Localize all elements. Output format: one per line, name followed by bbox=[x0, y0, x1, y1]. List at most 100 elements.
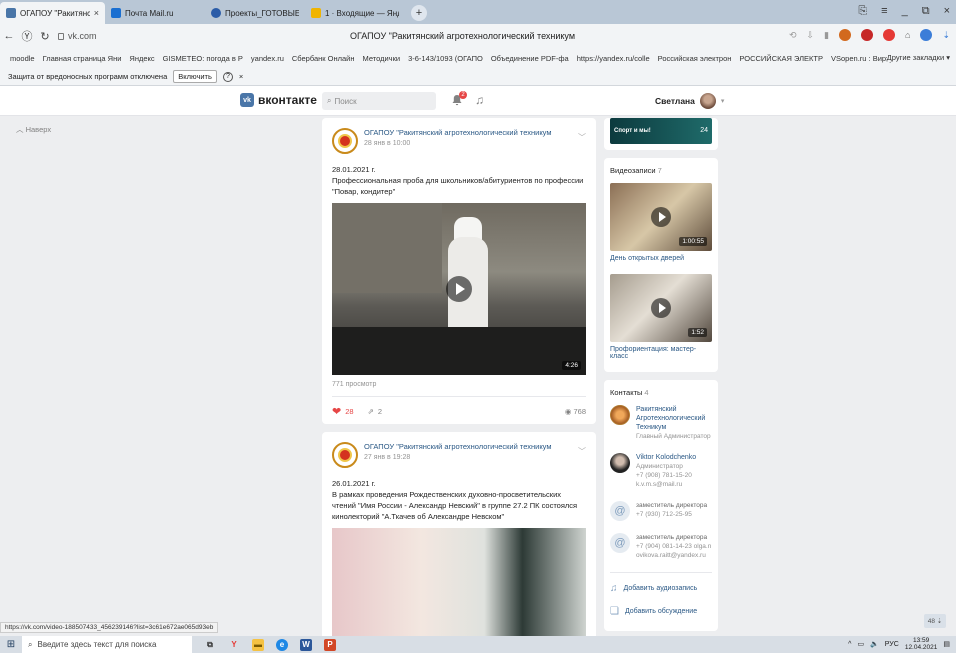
windows-start-icon[interactable]: ⊞ bbox=[0, 639, 22, 650]
add-audio-link[interactable]: ♫ Добавить аудиозапись bbox=[610, 577, 712, 600]
bookmark-item[interactable]: GISMETEO: погода в Р bbox=[163, 54, 243, 63]
bookmark-item[interactable]: Методички bbox=[363, 54, 401, 63]
play-icon[interactable] bbox=[651, 207, 671, 227]
albums-card: Спорт и мы! 24 bbox=[604, 118, 718, 150]
tab-projects[interactable]: Проекты_ГОТОВЫЕ.rar — bbox=[205, 2, 305, 24]
powerpoint-icon[interactable]: P bbox=[324, 638, 336, 651]
word-icon[interactable]: W bbox=[300, 638, 312, 651]
post-video[interactable]: 4:26 bbox=[332, 203, 586, 375]
windows-taskbar: ⊞ ⌕ Введите здесь текст для поиска ⧉ Y ▬… bbox=[0, 636, 956, 653]
community-avatar[interactable] bbox=[332, 442, 358, 468]
tab-vk[interactable]: ОГАПОУ "Ракитянский × bbox=[0, 2, 105, 24]
url-field[interactable]: vk.com bbox=[58, 31, 97, 41]
video-thumb[interactable]: 1:00:55 bbox=[610, 183, 712, 251]
restore-icon[interactable]: ⧉ bbox=[922, 5, 930, 18]
clock[interactable]: 13:59 12.04.2021 bbox=[905, 637, 938, 651]
bookmark-item[interactable]: Сбербанк Онлайн bbox=[292, 54, 355, 63]
volume-icon[interactable]: 🔈 bbox=[870, 640, 879, 648]
user-menu[interactable]: Светлана ▾ bbox=[655, 93, 724, 109]
videos-header[interactable]: Видеозаписи 7 bbox=[610, 166, 712, 175]
close-window-icon[interactable]: × bbox=[944, 5, 950, 18]
post-video[interactable] bbox=[332, 528, 586, 636]
contact-role: заместитель директора bbox=[636, 534, 708, 541]
bookmark-item[interactable]: moodle bbox=[10, 54, 35, 63]
download-arrow-icon[interactable]: ⇣ bbox=[942, 30, 950, 41]
task-view-icon[interactable]: ⧉ bbox=[204, 639, 216, 651]
bookmark-item[interactable]: https://yandex.ru/colle bbox=[577, 54, 650, 63]
bookmark-item[interactable]: Яндекс bbox=[129, 54, 154, 63]
tab-mail[interactable]: Почта Mail.ru bbox=[105, 2, 205, 24]
post-author[interactable]: ОГАПОУ "Ракитянский агротехнологический … bbox=[364, 128, 552, 137]
post-date[interactable]: 27 янв в 19:28 bbox=[364, 454, 552, 461]
tab-yandex-mail[interactable]: 1 · Входящие — Яндекс.П bbox=[305, 2, 405, 24]
contact-item: Ракитянский Агротехнологический Техникум… bbox=[610, 405, 712, 441]
edge-icon[interactable]: e bbox=[276, 638, 288, 651]
minimize-icon[interactable]: _ bbox=[902, 5, 908, 18]
music-icon[interactable]: ♫ bbox=[475, 93, 484, 107]
browser-tab-bar: ОГАПОУ "Ракитянский × Почта Mail.ru Прое… bbox=[0, 0, 956, 24]
notifications-center-icon[interactable]: ▤ bbox=[943, 640, 950, 648]
language-indicator[interactable]: РУС bbox=[885, 641, 899, 648]
status-url: https://vk.com/video-188507433_456239146… bbox=[0, 622, 219, 633]
share-button[interactable]: ⇗ 2 bbox=[368, 407, 382, 416]
adblock-icon[interactable] bbox=[861, 29, 874, 41]
video-caption[interactable]: День открытых дверей bbox=[610, 255, 712, 262]
add-discussion-link[interactable]: ❏ Добавить обсуждение bbox=[610, 600, 712, 623]
play-icon[interactable] bbox=[446, 276, 472, 302]
avatar[interactable] bbox=[610, 405, 630, 425]
community-avatar[interactable] bbox=[332, 128, 358, 154]
enable-protection-button[interactable]: Включить bbox=[173, 70, 217, 83]
download-icon[interactable]: ⇩ bbox=[807, 30, 815, 41]
chevron-down-icon[interactable]: ﹀ bbox=[578, 132, 586, 143]
scroll-badge[interactable]: 48 ⇣ bbox=[924, 614, 946, 628]
translate-icon[interactable]: ⟲ bbox=[789, 30, 797, 41]
scroll-to-top-link[interactable]: ︿ Наверх bbox=[16, 124, 51, 135]
post-text: Профессиональная проба для школьников/аб… bbox=[332, 176, 584, 196]
menu-icon[interactable]: ≡ bbox=[881, 5, 887, 18]
contact-name[interactable]: Ракитянский Агротехнологический Техникум bbox=[636, 405, 712, 432]
bookmark-item[interactable]: Главная страница Яни bbox=[43, 54, 122, 63]
taskbar-search-input[interactable]: ⌕ Введите здесь текст для поиска bbox=[22, 636, 192, 653]
bookmark-icon[interactable]: ▮ bbox=[824, 30, 829, 41]
notifications-button[interactable]: 2 bbox=[451, 91, 467, 106]
play-icon[interactable] bbox=[651, 298, 671, 318]
yandex-browser-icon[interactable]: Y bbox=[228, 639, 240, 651]
vk-search-input[interactable]: ⌕ Поиск bbox=[322, 92, 436, 110]
bookmark-item[interactable]: 3-6-143/1093 (ОГАПО bbox=[408, 54, 483, 63]
bookmark-item[interactable]: Российская электрон bbox=[658, 54, 732, 63]
help-icon[interactable]: ? bbox=[222, 71, 233, 82]
chevron-up-icon[interactable]: ^ bbox=[848, 641, 851, 648]
contact-name[interactable]: Viktor Kolodchenko bbox=[636, 453, 712, 462]
downloads-icon[interactable] bbox=[920, 29, 933, 41]
protect-icon[interactable]: ⌂ bbox=[905, 30, 910, 40]
album-count: 24 bbox=[700, 127, 708, 134]
yandex-icon[interactable]: Ⓨ bbox=[18, 28, 36, 44]
contacts-header[interactable]: Контакты 4 bbox=[610, 388, 712, 397]
bookmark-item[interactable]: РОССИЙСКАЯ ЭЛЕКТР bbox=[739, 54, 823, 63]
post-author[interactable]: ОГАПОУ "Ракитянский агротехнологический … bbox=[364, 442, 552, 451]
video-thumb[interactable]: 1:52 bbox=[610, 274, 712, 342]
opera-icon[interactable] bbox=[883, 29, 896, 41]
bookmark-item[interactable]: yandex.ru bbox=[251, 54, 284, 63]
album-thumb[interactable]: Спорт и мы! 24 bbox=[610, 118, 712, 144]
extension-icon[interactable] bbox=[839, 29, 852, 41]
network-icon[interactable]: ▭ bbox=[857, 640, 864, 648]
bookmark-manager-icon[interactable]: ⎘ bbox=[858, 5, 867, 18]
file-explorer-icon[interactable]: ▬ bbox=[252, 638, 264, 651]
close-warning-icon[interactable]: × bbox=[239, 72, 243, 81]
other-bookmarks-button[interactable]: Другие закладки ▾ bbox=[886, 53, 950, 62]
back-icon[interactable]: ← bbox=[0, 30, 18, 42]
post-text: В рамках проведения Рождественских духов… bbox=[332, 490, 578, 521]
bookmark-item[interactable]: Объединение PDF-фа bbox=[491, 54, 569, 63]
chevron-down-icon[interactable]: ﹀ bbox=[578, 446, 586, 457]
like-button[interactable]: ❤ 28 bbox=[332, 405, 354, 418]
share-count: 2 bbox=[377, 407, 383, 416]
close-icon[interactable]: × bbox=[94, 8, 99, 18]
new-tab-button[interactable]: + bbox=[411, 5, 427, 21]
videos-card: Видеозаписи 7 1:00:55 День открытых двере… bbox=[604, 158, 718, 372]
post-date[interactable]: 28 янв в 10:00 bbox=[364, 140, 552, 147]
reload-icon[interactable]: ↻ bbox=[36, 30, 54, 43]
avatar[interactable] bbox=[610, 453, 630, 473]
vk-logo[interactable]: vk вконтакте bbox=[240, 93, 317, 107]
video-caption[interactable]: Профориентация: мастер-класс bbox=[610, 346, 712, 360]
